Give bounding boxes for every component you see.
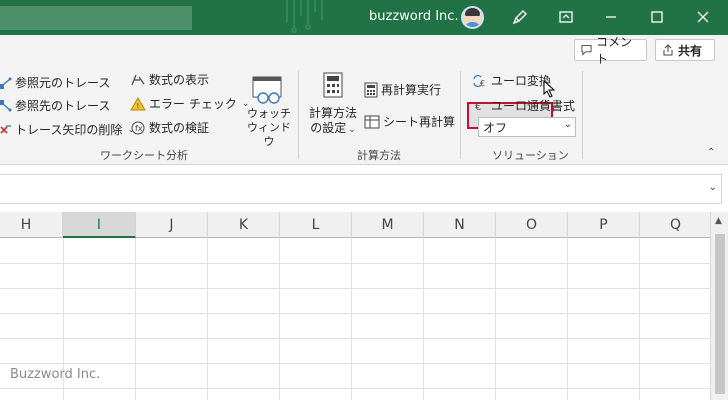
calculation-group-label: 計算方法 [357, 149, 401, 162]
show-formulas-button[interactable]: 数式の表示 [130, 71, 209, 88]
watch-window-label-2: ウィンドウ [247, 121, 291, 148]
watermark: Buzzword Inc. [10, 367, 101, 382]
column-header[interactable]: L [280, 212, 352, 238]
svg-text:€: € [480, 79, 485, 88]
comment-button[interactable]: コメント [574, 35, 647, 66]
calculation-options-button[interactable]: 計算方法 の設定 ⌄ [307, 106, 359, 138]
calculate-sheet-button[interactable]: シート再計算 [364, 113, 455, 130]
trace-precedents-icon [0, 77, 12, 89]
column-header[interactable]: H [0, 212, 63, 238]
ribbon: コメント 共有 参照元のトレース 参照先のトレース トレース矢印の削除 ⌄ 数式… [0, 35, 728, 165]
euro-formatting-label: ユーロ通貨書式 [491, 99, 576, 113]
remove-arrows-button[interactable]: トレース矢印の削除 ⌄ [0, 121, 135, 138]
title-bar: buzzword Inc. [0, 0, 728, 35]
comment-label: コメント [596, 35, 633, 66]
search-box[interactable] [0, 6, 192, 30]
minimize-icon[interactable] [602, 8, 620, 26]
evaluate-formula-label: 数式の検証 [149, 121, 210, 135]
watch-window-button[interactable]: ウォッチ ウィンドウ [246, 107, 292, 149]
share-icon [663, 44, 673, 56]
column-header[interactable]: K [208, 212, 280, 238]
evaluate-formula-button[interactable]: fx 数式の検証 [130, 119, 209, 136]
column-header[interactable]: N [424, 212, 496, 238]
vertical-scrollbar[interactable]: ▲ [710, 212, 728, 400]
scrollbar-thumb[interactable] [715, 234, 725, 394]
watch-window-label-1: ウォッチ [247, 107, 291, 120]
euro-conversion-button[interactable]: € ユーロ変換 [472, 72, 551, 89]
scroll-up-icon[interactable]: ▲ [715, 216, 722, 226]
trace-dependents-button[interactable]: 参照先のトレース [0, 97, 110, 114]
formula-bar[interactable]: ⌄ [0, 174, 722, 204]
group-separator [460, 71, 461, 159]
trace-precedents-button[interactable]: 参照元のトレース [0, 74, 110, 91]
column-header[interactable]: P [568, 212, 640, 238]
trace-precedents-label: 参照元のトレース [15, 76, 111, 90]
grid-line [0, 388, 710, 389]
mouse-cursor-icon [543, 80, 556, 98]
watch-window-icon [251, 75, 285, 105]
share-button[interactable]: 共有 [655, 39, 715, 61]
column-header[interactable]: O [496, 212, 568, 238]
app-title: buzzword Inc. [369, 9, 459, 24]
euro-conversion-icon: € [473, 74, 485, 88]
pen-icon[interactable] [511, 8, 529, 26]
remove-arrows-label: トレース矢印の削除 [15, 123, 123, 137]
expand-formula-bar-icon[interactable]: ⌄ [709, 182, 717, 193]
trace-dependents-label: 参照先のトレース [15, 99, 111, 113]
euro-format-select[interactable]: オフ ⌄ [478, 117, 576, 137]
chevron-down-icon: ⌄ [563, 119, 572, 130]
column-header[interactable]: Q [640, 212, 710, 238]
grid-line [0, 338, 710, 339]
share-label: 共有 [678, 43, 703, 58]
column-header[interactable]: M [352, 212, 424, 238]
comment-icon [581, 44, 592, 56]
group-separator [582, 71, 583, 159]
column-header-active[interactable]: I [63, 212, 136, 238]
svg-text:!: ! [137, 102, 140, 110]
svg-text:fx: fx [135, 124, 143, 133]
close-icon[interactable] [694, 8, 712, 26]
title-decoration [286, 0, 323, 33]
calculate-sheet-icon [364, 115, 380, 128]
solutions-group-label: ソリューション [492, 149, 569, 162]
euro-format-value: オフ [483, 121, 508, 135]
calc-options-label-2: の設定 [310, 121, 347, 135]
calc-options-dropdown-icon: ⌄ [348, 125, 356, 135]
user-avatar[interactable] [461, 6, 484, 29]
svg-text:€: € [475, 102, 481, 112]
calculate-now-label: 再計算実行 [381, 83, 442, 97]
error-check-label: エラー チェック [149, 97, 237, 111]
calculator-icon [323, 72, 343, 98]
worksheet-grid[interactable]: H I J K L M N O P Q [0, 212, 710, 400]
column-header[interactable]: J [136, 212, 208, 238]
calculate-now-button[interactable]: 再計算実行 [364, 81, 441, 98]
show-formulas-icon [131, 74, 145, 85]
remove-arrows-icon [0, 124, 11, 134]
collapse-ribbon-icon[interactable]: ⌃ [707, 147, 715, 158]
grid-line [0, 313, 710, 314]
calculate-now-icon [364, 82, 378, 97]
grid-line [0, 288, 710, 289]
error-check-button[interactable]: ! エラー チェック ⌄ [130, 95, 249, 112]
error-check-icon: ! [130, 96, 146, 110]
show-formulas-label: 数式の表示 [149, 73, 210, 87]
calc-options-label-1: 計算方法 [308, 106, 357, 120]
ribbon-display-icon[interactable] [557, 8, 575, 26]
euro-formatting-button[interactable]: € ユーロ通貨書式 [474, 97, 575, 114]
calculate-sheet-label: シート再計算 [383, 115, 456, 129]
group-separator [298, 71, 299, 159]
euro-conversion-label: ユーロ変換 [491, 74, 552, 88]
grid-line [0, 363, 710, 364]
evaluate-formula-icon: fx [131, 121, 145, 134]
grid-line [0, 263, 710, 264]
euro-formatting-icon: € [475, 102, 481, 112]
trace-dependents-icon [0, 99, 12, 111]
maximize-icon[interactable] [648, 8, 666, 26]
worksheet-analysis-group-label: ワークシート分析 [100, 149, 188, 162]
